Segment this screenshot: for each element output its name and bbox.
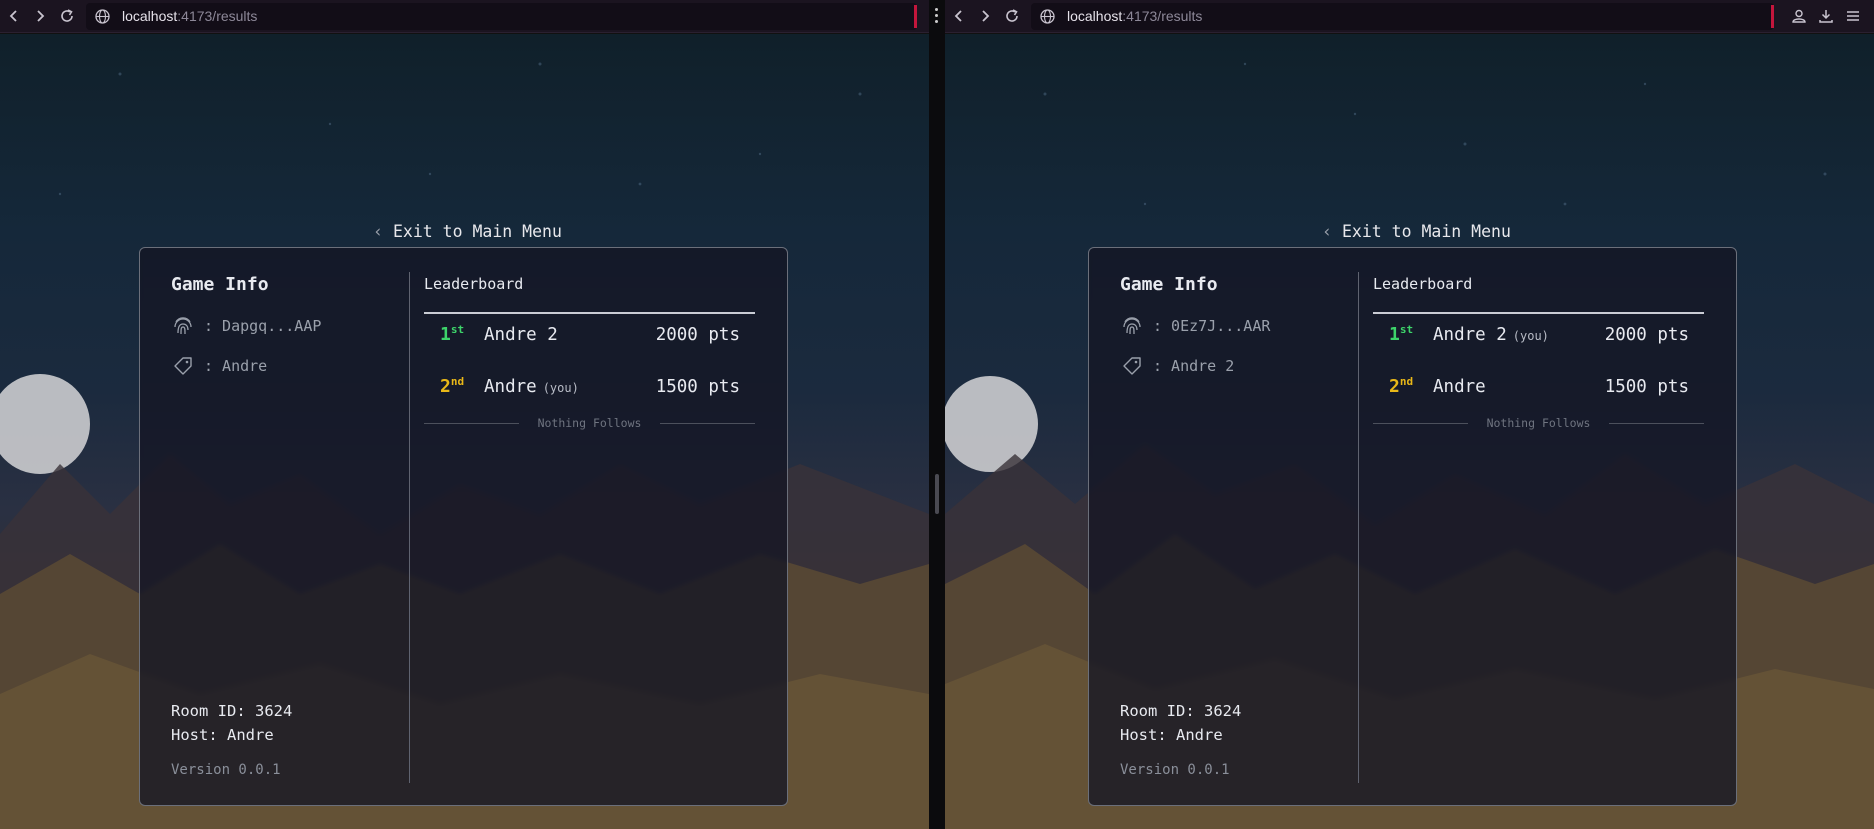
leaderboard-row: 2nd Andre 1500 pts [1389, 375, 1689, 406]
resize-handle[interactable] [935, 474, 939, 514]
reload-icon[interactable] [58, 7, 76, 25]
leaderboard-title: Leaderboard [424, 275, 524, 293]
player-name: Andre 2 (you) [1433, 325, 1549, 345]
room-id: Room ID: 3624 [171, 702, 293, 720]
rank-badge: 2nd [1389, 375, 1414, 397]
back-arrow-icon[interactable] [950, 7, 968, 25]
host-name: Host: Andre [171, 726, 274, 744]
exit-label: Exit to Main Menu [1342, 222, 1511, 241]
results-card: Game Info : 0Ez7J...AAR : Andre 2 Room I… [1088, 247, 1737, 806]
card-divider [409, 272, 410, 783]
fingerprint-icon [174, 317, 192, 335]
room-info: Room ID: 3624 Host: Andre [1120, 699, 1241, 747]
split-view-divider[interactable] [929, 0, 945, 829]
player-points: 2000 pts [655, 325, 740, 345]
chevron-left-icon: ‹ [1322, 222, 1332, 241]
card-divider [1358, 272, 1359, 783]
player-id: : Dapgq...AAP [204, 317, 322, 335]
leaderboard-rule [1373, 312, 1704, 314]
forward-arrow-icon[interactable] [976, 7, 994, 25]
results-card: Game Info : Dapgq...AAP : Andre Room ID:… [139, 247, 788, 806]
address-bar[interactable]: localhost:4173/results [1031, 3, 1774, 30]
forward-arrow-icon[interactable] [31, 7, 49, 25]
accent-bar [914, 5, 917, 28]
rank-badge: 1st [440, 323, 465, 345]
player-points: 2000 pts [1604, 325, 1689, 345]
url-text: localhost:4173/results [122, 8, 258, 24]
rank-badge: 2nd [440, 375, 465, 397]
player-points: 1500 pts [1604, 377, 1689, 397]
browser-toolbar: localhost:4173/results [945, 0, 1874, 33]
leaderboard-title: Leaderboard [1373, 275, 1473, 293]
player-name: : Andre 2 [1153, 357, 1235, 375]
tag-icon [174, 357, 192, 375]
account-icon[interactable] [1790, 7, 1808, 25]
player-name: Andre [1433, 377, 1486, 397]
accent-bar [1771, 5, 1774, 28]
leaderboard-row: 2nd Andre (you) 1500 pts [440, 375, 740, 406]
rank-badge: 1st [1389, 323, 1414, 345]
player-points: 1500 pts [655, 377, 740, 397]
leaderboard-row: 1st Andre 2 2000 pts [440, 323, 740, 354]
leaderboard-rule [424, 312, 755, 314]
menu-icon[interactable] [1844, 7, 1862, 25]
player-name: Andre (you) [484, 377, 579, 397]
globe-icon [1040, 9, 1055, 24]
download-icon[interactable] [1817, 7, 1835, 25]
more-options-icon[interactable] [935, 8, 939, 24]
url-text: localhost:4173/results [1067, 8, 1203, 24]
player-name: : Andre [204, 357, 268, 375]
player-id: : 0Ez7J...AAR [1153, 317, 1271, 335]
version-label: Version 0.0.1 [171, 762, 281, 778]
room-id: Room ID: 3624 [1120, 702, 1242, 720]
game-info-title: Game Info [171, 274, 269, 295]
player-name: Andre 2 [484, 325, 558, 345]
nothing-follows-divider: Nothing Follows [1373, 416, 1704, 430]
tag-icon [1123, 357, 1141, 375]
fingerprint-icon [1123, 317, 1141, 335]
leaderboard-row: 1st Andre 2 (you) 2000 pts [1389, 323, 1689, 354]
exit-to-main-menu-link[interactable]: ‹ Exit to Main Menu [1322, 222, 1511, 241]
host-name: Host: Andre [1120, 726, 1223, 744]
exit-to-main-menu-link[interactable]: ‹ Exit to Main Menu [373, 222, 562, 241]
back-arrow-icon[interactable] [5, 7, 23, 25]
room-info: Room ID: 3624 Host: Andre [171, 699, 292, 747]
browser-pane-left: localhost:4173/results ‹ Exit to Main Men… [0, 0, 929, 829]
browser-toolbar: localhost:4173/results [0, 0, 929, 33]
nothing-follows-divider: Nothing Follows [424, 416, 755, 430]
globe-icon [95, 9, 110, 24]
version-label: Version 0.0.1 [1120, 762, 1230, 778]
game-info-title: Game Info [1120, 274, 1218, 295]
browser-pane-right: localhost:4173/results ‹ Exit to Main Men… [945, 0, 1874, 829]
address-bar[interactable]: localhost:4173/results [86, 3, 917, 30]
chevron-left-icon: ‹ [373, 222, 383, 241]
reload-icon[interactable] [1003, 7, 1021, 25]
exit-label: Exit to Main Menu [393, 222, 562, 241]
